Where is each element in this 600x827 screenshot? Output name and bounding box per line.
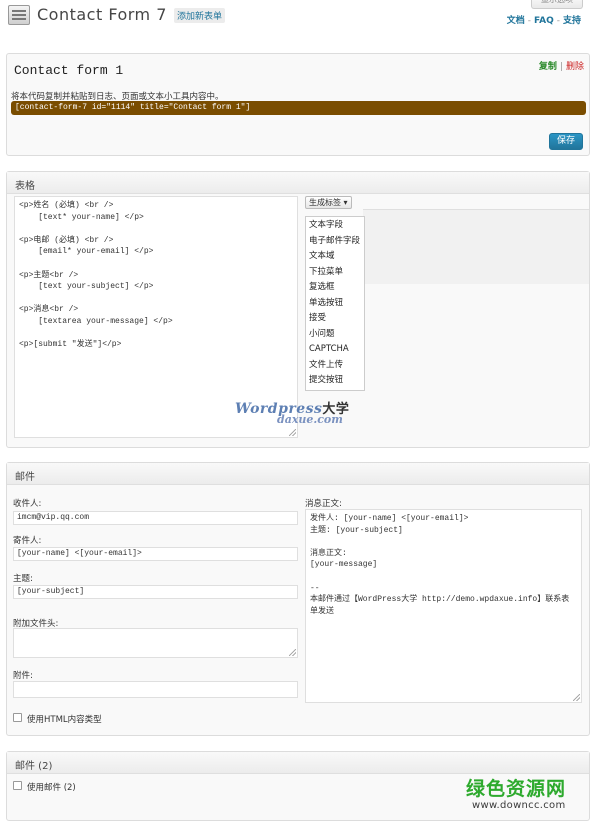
- attachments-label: 附件:: [13, 671, 33, 681]
- tag-menu-item[interactable]: 小问题: [306, 327, 364, 343]
- delete-link[interactable]: 删除: [566, 62, 584, 72]
- form-template-text: <p>姓名 (必填) <br /> [text* your-name] </p>…: [19, 201, 173, 350]
- generate-tag-button[interactable]: 生成标签 ▾: [305, 196, 352, 209]
- sender-field[interactable]: [your-name] <[your-email]>: [13, 547, 298, 561]
- support-link[interactable]: 支持: [563, 16, 581, 26]
- tag-menu-item[interactable]: 文件上传: [306, 358, 364, 374]
- tag-menu-item[interactable]: 文本域: [306, 249, 364, 265]
- tag-menu-item[interactable]: 文本字段: [306, 218, 364, 234]
- page-title: Contact Form 7: [37, 5, 167, 24]
- tag-menu-item[interactable]: 电子邮件字段: [306, 234, 364, 250]
- tag-menu-item[interactable]: 下拉菜单: [306, 265, 364, 281]
- chevron-down-icon: ▾: [343, 198, 348, 207]
- message-body-text: 发件人: [your-name] <[your-email]> 主题: [you…: [310, 514, 570, 616]
- resize-handle[interactable]: [289, 649, 296, 656]
- faq-link[interactable]: FAQ: [534, 16, 554, 26]
- screen-options-tab[interactable]: 显示选项: [531, 0, 583, 9]
- site-watermark-name: 绿色资源网: [466, 778, 567, 800]
- site-watermark-url: www.downcc.com: [472, 800, 566, 811]
- mail2-section-heading: 邮件 (2): [7, 752, 589, 774]
- subject-field[interactable]: [your-subject]: [13, 585, 298, 599]
- save-button[interactable]: 保存: [549, 133, 583, 150]
- use-mail2-label: 使用邮件 (2): [27, 783, 76, 793]
- resize-handle[interactable]: [289, 429, 296, 436]
- recipient-label: 收件人:: [13, 499, 42, 509]
- tag-menu-item[interactable]: 提交按钮: [306, 373, 364, 389]
- message-body-field[interactable]: 发件人: [your-name] <[your-email]> 主题: [you…: [305, 509, 582, 703]
- docs-link[interactable]: 文档: [507, 16, 525, 26]
- help-links: 文档 - FAQ - 支持: [506, 16, 581, 26]
- use-html-label: 使用HTML内容类型: [27, 715, 102, 725]
- contact-form-icon: [8, 5, 30, 25]
- form-section-heading: 表格: [7, 172, 589, 194]
- tag-generator-panel: [363, 210, 589, 284]
- form-title: Contact form 1: [14, 63, 124, 78]
- message-body-label: 消息正文:: [305, 499, 342, 509]
- tag-menu: 文本字段 电子邮件字段 文本域 下拉菜单 复选框 单选按钮 接受 小问题 CAP…: [305, 216, 365, 391]
- shortcode-field[interactable]: [contact-form-7 id="1114" title="Contact…: [11, 101, 586, 115]
- copy-link[interactable]: 复制: [539, 62, 557, 72]
- tag-menu-item[interactable]: 单选按钮: [306, 296, 364, 312]
- recipient-field[interactable]: imcm@vip.qq.com: [13, 511, 298, 525]
- mail-section-heading: 邮件: [7, 463, 589, 485]
- tag-menu-item[interactable]: CAPTCHA: [306, 342, 364, 358]
- tag-menu-item[interactable]: 复选框: [306, 280, 364, 296]
- wpdaxue-watermark-domain: daxue.com: [277, 413, 343, 426]
- additional-headers-field[interactable]: [13, 628, 298, 658]
- use-html-checkbox[interactable]: [13, 713, 22, 722]
- use-mail2-checkbox[interactable]: [13, 781, 22, 790]
- resize-handle[interactable]: [573, 694, 580, 701]
- tag-menu-item[interactable]: 接受: [306, 311, 364, 327]
- subject-label: 主题:: [13, 574, 33, 584]
- generate-tag-label: 生成标签: [309, 198, 341, 207]
- form-title-box: Contact form 1 复制 | 删除 将本代码复制并粘贴到日志、页面或文本小…: [6, 53, 590, 156]
- sender-label: 寄件人:: [13, 536, 42, 546]
- attachments-field[interactable]: [13, 681, 298, 698]
- add-new-form-button[interactable]: 添加新表单: [174, 8, 226, 23]
- form-actions: 复制 | 删除: [538, 62, 584, 72]
